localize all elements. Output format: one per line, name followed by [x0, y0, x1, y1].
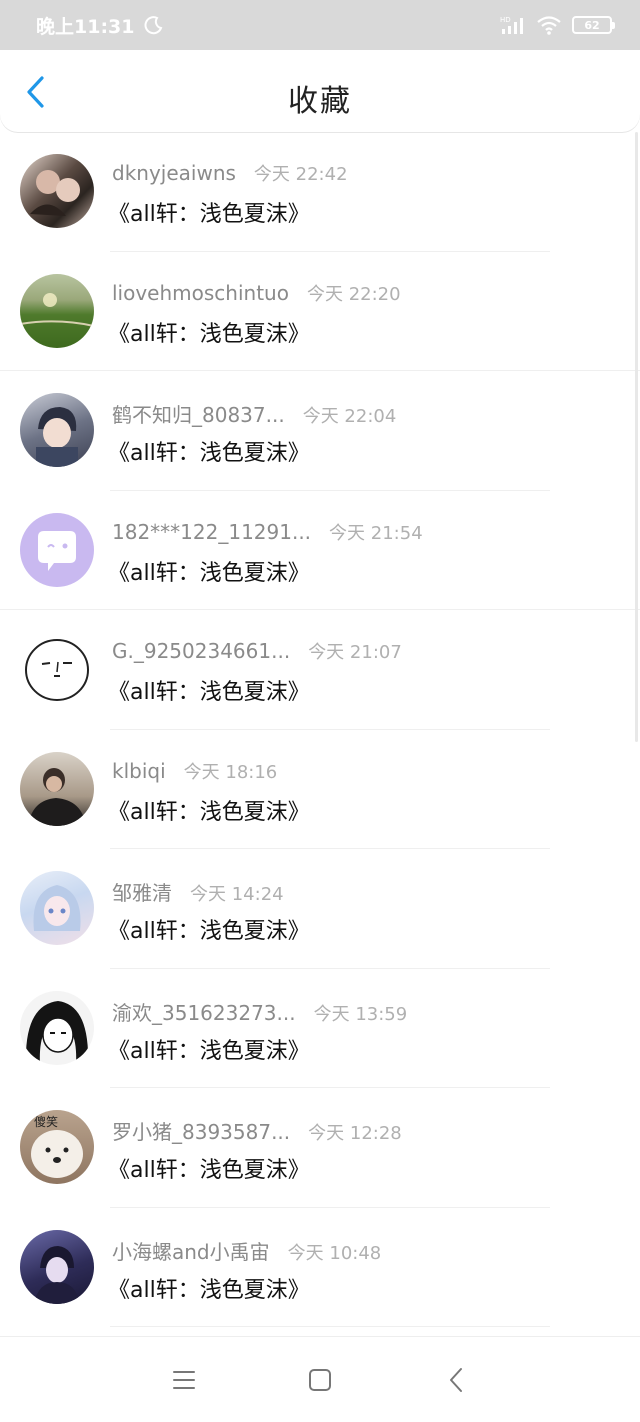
status-left: 晚上11:31 — [36, 12, 164, 39]
user-name[interactable]: klbiqi — [112, 759, 166, 783]
menu-button[interactable] — [166, 1362, 202, 1398]
user-name[interactable]: liovehmoschintuo — [112, 281, 289, 305]
timestamp: 今天 21:07 — [308, 642, 402, 663]
user-name[interactable]: 鹤不知归_80837... — [112, 399, 285, 428]
battery-level: 62 — [584, 18, 600, 32]
list-item[interactable]: 渝欢_351623273... 今天 13:59 《all轩：浅色夏沫》 — [0, 969, 640, 1088]
timestamp: 今天 13:59 — [313, 1003, 408, 1025]
field-sunset-icon — [20, 292, 94, 327]
favorites-list: dknyjeaiwns 今天 22:42 《all轩：浅色夏沫》 liovehm… — [0, 132, 640, 1327]
avatar[interactable] — [20, 273, 94, 348]
list-item[interactable]: 邹雅清 今天 14:24 《all轩：浅色夏沫》 — [0, 849, 640, 969]
person-photo-icon — [28, 767, 86, 826]
item-meta: klbiqi 今天 18:16 — [112, 758, 277, 784]
book-title[interactable]: 《all轩：浅色夏沫》 — [108, 435, 310, 467]
user-name[interactable]: 小海螺and小禹宙 — [112, 1236, 270, 1265]
avatar[interactable] — [20, 751, 94, 826]
book-title[interactable]: 《all轩：浅色夏沫》 — [108, 1033, 310, 1065]
battery-indicator: 62 — [572, 16, 615, 34]
timestamp: 今天 22:20 — [306, 283, 401, 305]
timestamp: 今天 22:42 — [253, 164, 348, 185]
item-meta: 罗小猪_8393587... 今天 12:28 — [112, 1116, 402, 1145]
item-meta: 邹雅清 今天 14:24 — [112, 877, 284, 906]
list-item[interactable]: 傻笑 罗小猪_8393587... 今天 12:28 《all轩：浅色夏沫》 — [0, 1088, 640, 1208]
anime-boy-icon — [36, 407, 78, 467]
moon-icon — [145, 16, 163, 35]
list-item[interactable]: G._9250234661... 今天 21:07 《all轩：浅色夏沫》 — [0, 610, 640, 730]
list-item[interactable]: 182***122_11291... 今天 21:54 《all轩：浅色夏沫》 — [0, 491, 640, 610]
anime-girl-icon — [33, 885, 81, 931]
list-item[interactable]: liovehmoschintuo 今天 22:20 《all轩：浅色夏沫》 — [0, 252, 640, 371]
divider — [110, 1326, 550, 1327]
avatar[interactable] — [20, 512, 94, 587]
back-triangle-icon — [450, 1367, 462, 1392]
avatar[interactable] — [20, 154, 94, 228]
item-meta: 渝欢_351623273... 今天 13:59 — [112, 997, 407, 1026]
svg-text:HD: HD — [500, 16, 511, 24]
scrollbar[interactable] — [635, 132, 638, 742]
timestamp: 今天 12:28 — [308, 1123, 402, 1144]
page-title: 收藏 — [288, 84, 352, 119]
manga-girl-icon — [25, 1000, 89, 1065]
timestamp: 今天 14:24 — [190, 884, 284, 905]
menu-icon — [173, 1370, 195, 1389]
avatar[interactable] — [20, 990, 94, 1065]
list-item[interactable]: 鹤不知归_80837... 今天 22:04 《all轩：浅色夏沫》 — [0, 371, 640, 491]
home-button[interactable] — [302, 1362, 338, 1398]
avatar[interactable] — [20, 393, 94, 467]
list-item[interactable]: dknyjeaiwns 今天 22:42 《all轩：浅色夏沫》 — [0, 132, 640, 252]
avatar[interactable] — [20, 632, 94, 706]
book-title[interactable]: 《all轩：浅色夏沫》 — [108, 316, 310, 348]
list-item[interactable]: 小海螺and小禹宙 今天 10:48 《all轩：浅色夏沫》 — [0, 1208, 640, 1327]
dog-icon: 傻笑 — [31, 1114, 83, 1178]
timestamp: 今天 22:04 — [302, 406, 397, 427]
sketch-face-icon — [25, 639, 89, 701]
book-title[interactable]: 《all轩：浅色夏沫》 — [108, 555, 310, 587]
timestamp: 今天 21:54 — [329, 522, 423, 544]
status-bar: 晚上11:31 HD 62 — [0, 0, 640, 50]
user-name[interactable]: 182***122_11291... — [112, 520, 311, 544]
book-title[interactable]: 《all轩：浅色夏沫》 — [108, 1272, 310, 1304]
user-name[interactable]: G._9250234661... — [112, 639, 290, 663]
item-meta: dknyjeaiwns 今天 22:42 — [112, 160, 348, 186]
default-chat-avatar-icon — [38, 530, 76, 571]
user-name[interactable]: 邹雅清 — [112, 877, 172, 906]
wifi-icon — [537, 16, 561, 35]
timestamp: 今天 10:48 — [287, 1242, 382, 1264]
item-meta: G._9250234661... 今天 21:07 — [112, 638, 402, 664]
list-item[interactable]: klbiqi 今天 18:16 《all轩：浅色夏沫》 — [0, 730, 640, 849]
avatar[interactable]: 傻笑 — [20, 1110, 94, 1184]
status-time: 晚上11:31 — [36, 15, 135, 38]
avatar-caption: 傻笑 — [34, 1114, 58, 1129]
status-right: HD 62 — [500, 15, 615, 35]
timestamp: 今天 18:16 — [183, 761, 278, 783]
user-name[interactable]: 罗小猪_8393587... — [112, 1116, 290, 1145]
signal-icon: HD — [500, 16, 523, 34]
book-title[interactable]: 《all轩：浅色夏沫》 — [108, 794, 310, 826]
item-meta: 小海螺and小禹宙 今天 10:48 — [112, 1236, 381, 1265]
system-nav-bar — [0, 1336, 640, 1422]
book-title[interactable]: 《all轩：浅色夏沫》 — [108, 196, 310, 228]
avatar[interactable] — [20, 871, 94, 945]
item-meta: liovehmoschintuo 今天 22:20 — [112, 280, 401, 306]
system-back-button[interactable] — [438, 1362, 474, 1398]
avatar[interactable] — [20, 1229, 94, 1304]
dark-anime-icon — [34, 1245, 80, 1304]
user-name[interactable]: dknyjeaiwns — [112, 161, 236, 185]
photo-couple-icon — [30, 170, 80, 216]
book-title[interactable]: 《all轩：浅色夏沫》 — [108, 1152, 310, 1184]
item-meta: 鹤不知归_80837... 今天 22:04 — [112, 399, 396, 428]
book-title[interactable]: 《all轩：浅色夏沫》 — [108, 913, 310, 945]
user-name[interactable]: 渝欢_351623273... — [112, 997, 296, 1026]
home-square-icon — [309, 1368, 331, 1391]
item-meta: 182***122_11291... 今天 21:54 — [112, 519, 423, 545]
header: 收藏 — [0, 50, 640, 132]
book-title[interactable]: 《all轩：浅色夏沫》 — [108, 674, 310, 706]
